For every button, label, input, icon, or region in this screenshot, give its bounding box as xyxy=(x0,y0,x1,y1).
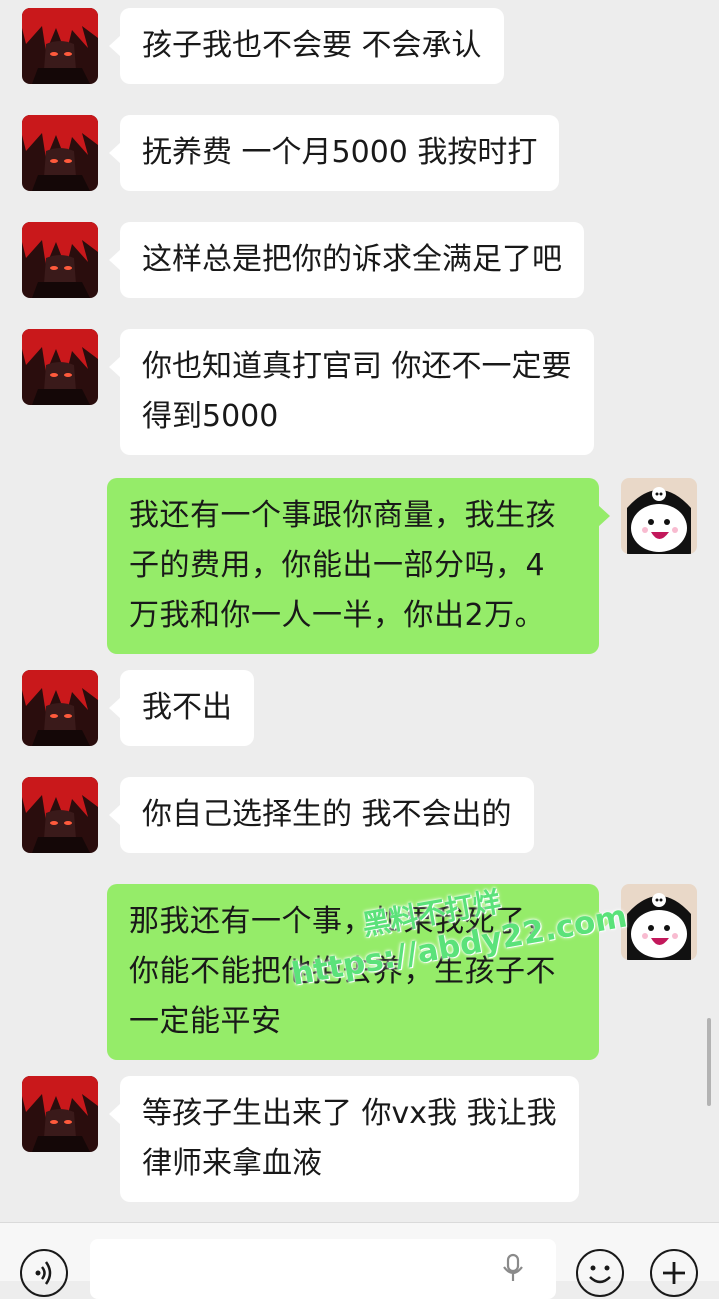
self-avatar[interactable] xyxy=(621,478,697,554)
microphone-icon[interactable] xyxy=(500,1253,526,1283)
voice-icon[interactable] xyxy=(20,1249,68,1297)
red-hair-anime-avatar-icon xyxy=(22,777,98,853)
chat-area[interactable]: 孩子我也不会要 不会承认 抚养费 一个月5000 我按时打 这样总是把你的诉求全… xyxy=(0,0,719,1236)
emoji-icon[interactable] xyxy=(576,1249,624,1297)
kuromi-avatar-icon xyxy=(621,884,697,960)
message-bubble-outgoing[interactable]: 那我还有一个事，如果我死了， 你能不能把他抱去养，生孩子不 一定能平安 xyxy=(107,884,610,1060)
message-bubble-incoming[interactable]: 孩子我也不会要 不会承认 xyxy=(109,8,504,84)
contact-avatar[interactable] xyxy=(22,329,98,405)
message-bubble-incoming[interactable]: 等孩子生出来了 你vx我 我让我 律师来拿血液 xyxy=(109,1076,579,1202)
contact-avatar[interactable] xyxy=(22,1076,98,1152)
message-bubble-incoming[interactable]: 我不出 xyxy=(109,670,254,746)
voice-wave-icon xyxy=(35,1261,52,1285)
red-hair-anime-avatar-icon xyxy=(22,115,98,191)
self-avatar[interactable] xyxy=(621,884,697,960)
input-bar xyxy=(0,1222,719,1299)
contact-avatar[interactable] xyxy=(22,115,98,191)
contact-avatar[interactable] xyxy=(22,777,98,853)
message-bubble-incoming[interactable]: 这样总是把你的诉求全满足了吧 xyxy=(109,222,584,298)
smile-face-icon xyxy=(589,1265,611,1284)
message-bubble-incoming[interactable]: 抚养费 一个月5000 我按时打 xyxy=(108,115,560,191)
message-bubble-incoming[interactable]: 你也知道真打官司 你还不一定要 得到5000 xyxy=(109,329,594,455)
contact-avatar[interactable] xyxy=(22,670,98,746)
red-hair-anime-avatar-icon xyxy=(22,670,98,746)
contact-avatar[interactable] xyxy=(22,8,98,84)
red-hair-anime-avatar-icon xyxy=(22,329,98,405)
red-hair-anime-avatar-icon xyxy=(22,222,98,298)
kuromi-avatar-icon xyxy=(621,478,697,554)
red-hair-anime-avatar-icon xyxy=(22,1076,98,1152)
plus-sign-icon xyxy=(663,1262,685,1284)
red-hair-anime-avatar-icon xyxy=(22,8,98,84)
message-bubble-incoming[interactable]: 你自己选择生的 我不会出的 xyxy=(109,777,534,853)
scrollbar[interactable] xyxy=(707,1018,711,1106)
plus-icon[interactable] xyxy=(650,1249,698,1297)
message-bubble-outgoing[interactable]: 我还有一个事跟你商量，我生孩 子的费用，你能出一部分吗，4 万我和你一人一半，你… xyxy=(107,478,610,654)
contact-avatar[interactable] xyxy=(22,222,98,298)
message-input[interactable] xyxy=(90,1239,556,1299)
